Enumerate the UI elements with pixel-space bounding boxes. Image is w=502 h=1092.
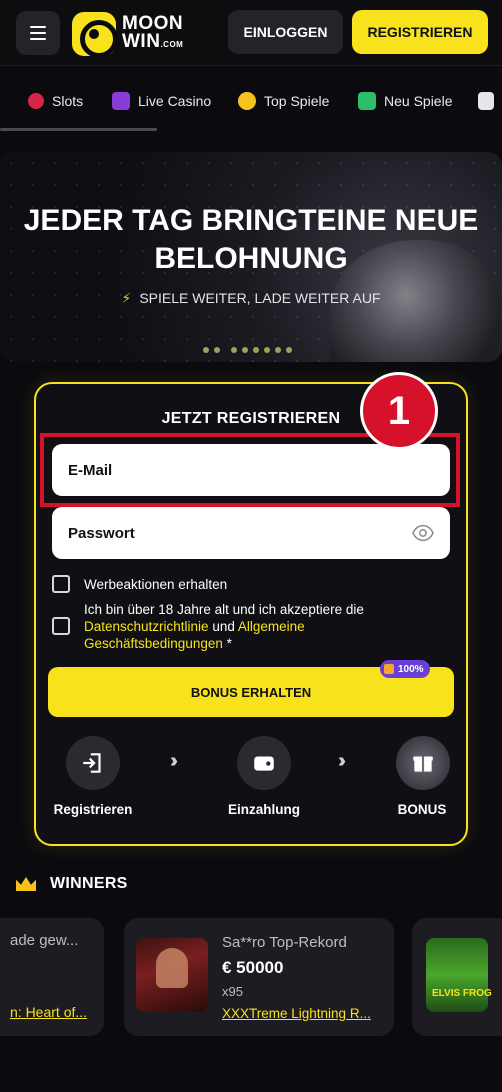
top-games-icon bbox=[238, 92, 256, 110]
menu-line-icon bbox=[30, 26, 46, 28]
carousel-dot[interactable] bbox=[203, 347, 209, 353]
game-thumbnail[interactable] bbox=[136, 938, 208, 1012]
menu-line-icon bbox=[30, 32, 46, 34]
sign-in-icon bbox=[83, 753, 101, 773]
gift-icon bbox=[413, 756, 433, 772]
wallet-icon bbox=[254, 756, 274, 771]
register-button[interactable]: REGISTRIEREN bbox=[352, 10, 488, 54]
chevron-double-right-icon: ››› bbox=[338, 750, 346, 772]
category-nav: Slots Live Casino Top Spiele Neu Spiele bbox=[0, 78, 502, 131]
nav-item-live-casino[interactable]: Live Casino bbox=[112, 90, 211, 112]
elvis-frog-thumbnail[interactable] bbox=[426, 938, 488, 1012]
gift-icon bbox=[384, 664, 394, 674]
top-header: MOON WIN.COM EINLOGGEN REGISTRIEREN bbox=[0, 0, 502, 66]
moon-logo-icon bbox=[72, 12, 118, 58]
nav-active-indicator bbox=[0, 128, 157, 131]
annotation-number-badge: 1 bbox=[360, 372, 438, 450]
terms-link[interactable]: Allgemeine bbox=[238, 619, 305, 634]
promo-checkbox-label: Werbeaktionen erhalten bbox=[84, 577, 228, 592]
step-label-register: Registrieren bbox=[53, 802, 133, 817]
lightning-icon: ⚡ bbox=[121, 290, 132, 306]
elvis-frog-label: ELVIS FROG bbox=[432, 988, 492, 999]
carousel-dot[interactable] bbox=[275, 347, 281, 353]
menu-line-icon bbox=[30, 38, 46, 40]
crown-icon bbox=[16, 877, 36, 891]
terms-checkbox[interactable] bbox=[52, 617, 70, 635]
step-label-deposit: Einzahlung bbox=[228, 802, 300, 817]
terms-link-continued[interactable]: Geschäftsbedingungen bbox=[84, 636, 223, 651]
hero-banner[interactable]: JEDER TAG BRINGTEINE NEUE BELOHNUNG ⚡ SPI… bbox=[0, 152, 502, 362]
carousel-dot[interactable] bbox=[286, 347, 292, 353]
carousel-dot[interactable] bbox=[214, 347, 220, 353]
winner-username: Sa**ro Top-Rekord bbox=[222, 934, 347, 951]
carousel-dot[interactable] bbox=[242, 347, 248, 353]
password-field[interactable] bbox=[52, 507, 450, 559]
winner-game-link[interactable]: XXXTreme Lightning R... bbox=[222, 1006, 382, 1021]
play-icon bbox=[112, 92, 130, 110]
step-deposit-circle bbox=[237, 736, 291, 790]
winner-card[interactable]: Sa**ro Top-Rekord € 50000 x95 XXXTreme L… bbox=[124, 918, 394, 1036]
show-password-icon[interactable] bbox=[412, 522, 434, 544]
nav-item-new-games[interactable]: Neu Spiele bbox=[358, 90, 453, 112]
privacy-policy-link[interactable]: Datenschutzrichtlinie bbox=[84, 619, 209, 634]
table-games-icon bbox=[478, 92, 494, 110]
step-register-circle bbox=[66, 736, 120, 790]
winner-card-partial[interactable]: ade gew... n: Heart of... bbox=[0, 918, 104, 1036]
carousel-dots bbox=[203, 347, 292, 353]
cherries-icon bbox=[28, 93, 44, 109]
step-label-bonus: BONUS bbox=[397, 802, 447, 817]
nav-item-more[interactable] bbox=[478, 90, 502, 112]
terms-checkbox-label: Ich bin über 18 Jahre alt und ich akzept… bbox=[84, 602, 364, 651]
hamburger-menu-button[interactable] bbox=[16, 11, 60, 55]
carousel-dot[interactable] bbox=[264, 347, 270, 353]
carousel-dot[interactable] bbox=[231, 347, 237, 353]
promo-checkbox[interactable] bbox=[52, 575, 70, 593]
winner-amount: € 50000 bbox=[222, 958, 284, 977]
winner-multiplier: x95 bbox=[222, 984, 243, 999]
new-games-icon bbox=[358, 92, 376, 110]
carousel-dot[interactable] bbox=[253, 347, 259, 353]
step-bonus-circle bbox=[396, 736, 450, 790]
nav-item-top-games[interactable]: Top Spiele bbox=[238, 90, 329, 112]
nav-item-slots[interactable]: Slots bbox=[28, 90, 83, 112]
hero-subtitle: ⚡ SPIELE WEITER, LADE WEITER AUF bbox=[121, 290, 381, 306]
winners-header: WINNERS bbox=[16, 872, 128, 896]
hero-title: JEDER TAG BRINGTEINE NEUE BELOHNUNG bbox=[23, 204, 479, 275]
chevron-double-right-icon: ››› bbox=[170, 750, 178, 772]
moonwin-logo[interactable]: MOON WIN.COM bbox=[72, 12, 184, 58]
logo-wordmark: MOON WIN.COM bbox=[122, 12, 184, 52]
login-button[interactable]: EINLOGGEN bbox=[228, 10, 343, 54]
bonus-percent-badge: 100% bbox=[380, 660, 430, 678]
